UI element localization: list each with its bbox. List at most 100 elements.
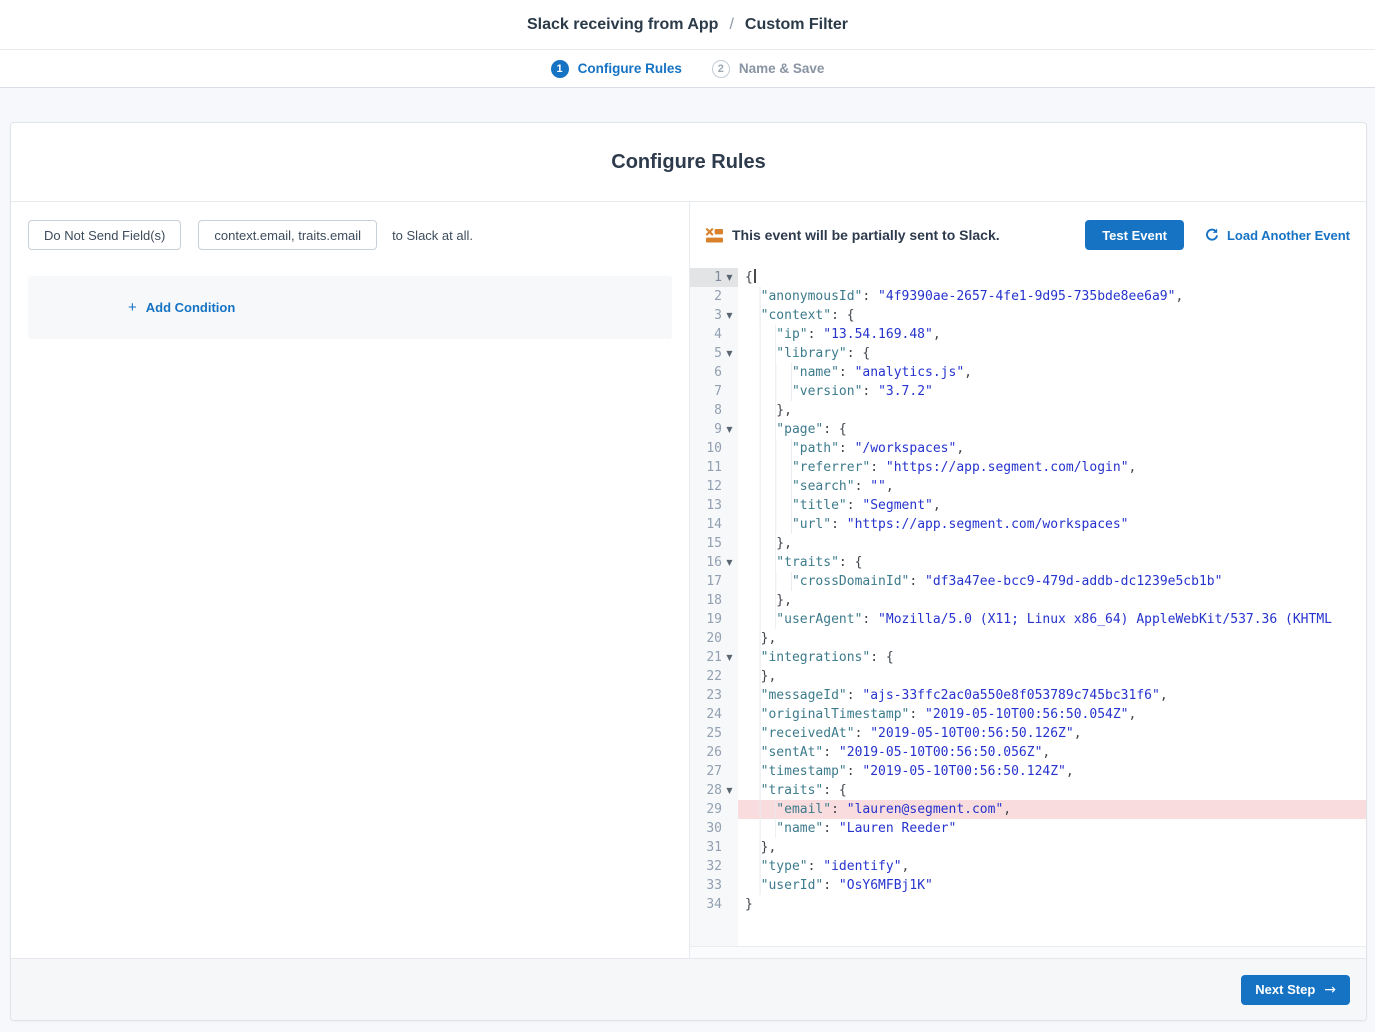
step-name-and-save[interactable]: 2 Name & Save: [712, 60, 825, 78]
line-number: 30: [690, 819, 738, 838]
configure-rules-card: Configure Rules Do Not Send Field(s) con…: [10, 122, 1367, 1021]
rule-fields-button[interactable]: context.email, traits.email: [198, 220, 377, 250]
code-line: "userId": "OsY6MFBj1K": [738, 876, 1366, 895]
code-line: {: [738, 268, 1366, 287]
code-line: "originalTimestamp": "2019-05-10T00:56:5…: [738, 705, 1366, 724]
code-line: "name": "analytics.js",: [738, 363, 1366, 382]
event-actions: Test Event Load Another Event: [1085, 220, 1350, 250]
editor-gutter: 1▼23▼45▼6789▼10111213141516▼1718192021▼2…: [690, 268, 738, 946]
line-number: 6: [690, 363, 738, 382]
line-number: 34: [690, 895, 738, 914]
code-line: }: [738, 895, 1366, 914]
partial-filter-icon: [706, 228, 723, 243]
line-number: 13: [690, 496, 738, 515]
line-number: 10: [690, 439, 738, 458]
code-line: "version": "3.7.2": [738, 382, 1366, 401]
code-line: "timestamp": "2019-05-10T00:56:50.124Z",: [738, 762, 1366, 781]
text-cursor: [754, 269, 756, 283]
line-number: 11: [690, 458, 738, 477]
event-status-message: This event will be partially sent to Sla…: [732, 227, 1000, 243]
fold-arrow-icon[interactable]: ▼: [724, 268, 735, 287]
line-number: 24: [690, 705, 738, 724]
steps-bar: 1 Configure Rules 2 Name & Save: [0, 50, 1375, 88]
code-line: "search": "",: [738, 477, 1366, 496]
refresh-icon: [1205, 228, 1219, 242]
load-another-event-button[interactable]: Load Another Event: [1205, 228, 1350, 243]
code-line: "anonymousId": "4f9390ae-2657-4fe1-9d95-…: [738, 287, 1366, 306]
line-number: 27: [690, 762, 738, 781]
test-event-button[interactable]: Test Event: [1085, 220, 1184, 250]
code-line: },: [738, 629, 1366, 648]
fold-arrow-icon[interactable]: ▼: [724, 553, 735, 572]
horizontal-scrollbar[interactable]: [690, 946, 1366, 958]
line-number: 23: [690, 686, 738, 705]
code-line: "title": "Segment",: [738, 496, 1366, 515]
add-condition-box: + Add Condition: [28, 276, 672, 339]
code-line: },: [738, 838, 1366, 857]
line-number: 26: [690, 743, 738, 762]
code-line: "referrer": "https://app.segment.com/log…: [738, 458, 1366, 477]
code-line: "userAgent": "Mozilla/5.0 (X11; Linux x8…: [738, 610, 1366, 629]
rule-suffix-text: to Slack at all.: [392, 228, 473, 243]
code-line: "integrations": {: [738, 648, 1366, 667]
event-preview-panel: This event will be partially sent to Sla…: [690, 202, 1366, 958]
code-line-highlighted: "email": "lauren@segment.com",: [738, 800, 1366, 819]
code-line: "receivedAt": "2019-05-10T00:56:50.126Z"…: [738, 724, 1366, 743]
add-condition-button[interactable]: + Add Condition: [128, 300, 235, 315]
line-number: 21▼: [690, 648, 738, 667]
line-number: 7: [690, 382, 738, 401]
line-number: 2: [690, 287, 738, 306]
fold-arrow-icon[interactable]: ▼: [724, 781, 735, 800]
next-step-button[interactable]: Next Step →: [1241, 975, 1350, 1005]
line-number: 22: [690, 667, 738, 686]
code-line: "type": "identify",: [738, 857, 1366, 876]
line-number: 4: [690, 325, 738, 344]
add-condition-label: Add Condition: [146, 300, 236, 315]
breadcrumb-separator: /: [729, 16, 733, 34]
code-line: "crossDomainId": "df3a47ee-bcc9-479d-add…: [738, 572, 1366, 591]
step-1-label: Configure Rules: [578, 61, 682, 76]
load-another-event-label: Load Another Event: [1227, 228, 1350, 243]
card-footer: Next Step →: [11, 958, 1366, 1020]
line-number: 29: [690, 800, 738, 819]
fold-arrow-icon[interactable]: ▼: [724, 306, 735, 325]
code-line: "traits": {: [738, 553, 1366, 572]
line-number: 15: [690, 534, 738, 553]
rule-row: Do Not Send Field(s) context.email, trai…: [28, 220, 672, 250]
code-line: "ip": "13.54.169.48",: [738, 325, 1366, 344]
breadcrumb-secondary: Custom Filter: [745, 16, 848, 34]
code-line: "traits": {: [738, 781, 1366, 800]
line-number: 17: [690, 572, 738, 591]
code-line: "url": "https://app.segment.com/workspac…: [738, 515, 1366, 534]
line-number: 8: [690, 401, 738, 420]
next-step-label: Next Step: [1255, 982, 1315, 997]
card-body: Do Not Send Field(s) context.email, trai…: [11, 202, 1366, 958]
plus-icon: +: [128, 300, 137, 315]
line-number: 18: [690, 591, 738, 610]
rule-action-button[interactable]: Do Not Send Field(s): [28, 220, 181, 250]
line-number: 1▼: [690, 268, 738, 287]
code-line: "messageId": "ajs-33ffc2ac0a550e8f053789…: [738, 686, 1366, 705]
line-number: 20: [690, 629, 738, 648]
json-editor[interactable]: 1▼23▼45▼6789▼10111213141516▼1718192021▼2…: [690, 268, 1366, 946]
editor-code-area[interactable]: {"anonymousId": "4f9390ae-2657-4fe1-9d95…: [738, 268, 1366, 946]
page-title: Configure Rules: [611, 151, 765, 174]
line-number: 9▼: [690, 420, 738, 439]
breadcrumb: Slack receiving from App / Custom Filter: [0, 0, 1375, 50]
fold-arrow-icon[interactable]: ▼: [724, 420, 735, 439]
card-header: Configure Rules: [11, 123, 1366, 202]
event-header: This event will be partially sent to Sla…: [690, 202, 1366, 268]
step-configure-rules[interactable]: 1 Configure Rules: [551, 60, 682, 78]
arrow-right-icon: →: [1324, 982, 1336, 998]
fold-arrow-icon[interactable]: ▼: [724, 648, 735, 667]
rules-panel: Do Not Send Field(s) context.email, trai…: [11, 202, 690, 958]
code-line: "path": "/workspaces",: [738, 439, 1366, 458]
fold-arrow-icon[interactable]: ▼: [724, 344, 735, 363]
step-2-circle: 2: [712, 60, 730, 78]
code-line: "library": {: [738, 344, 1366, 363]
code-line: "context": {: [738, 306, 1366, 325]
code-line: "sentAt": "2019-05-10T00:56:50.056Z",: [738, 743, 1366, 762]
line-number: 31: [690, 838, 738, 857]
code-line: },: [738, 534, 1366, 553]
code-line: },: [738, 401, 1366, 420]
